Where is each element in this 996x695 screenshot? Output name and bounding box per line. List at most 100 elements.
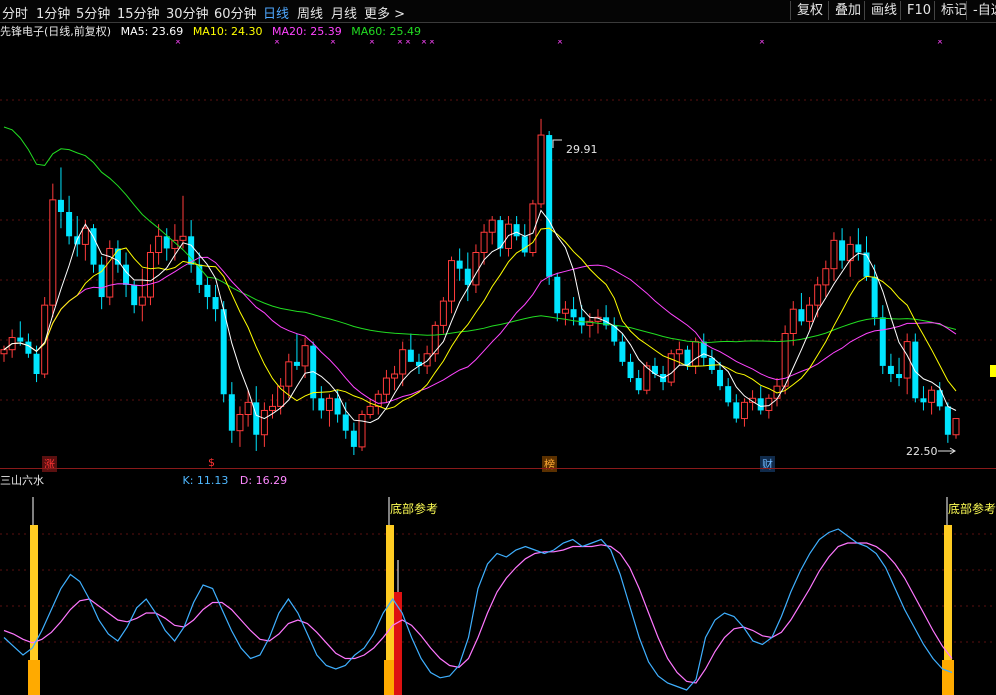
candle-body — [81, 227, 89, 245]
toolbar-button-1[interactable]: 叠加 — [828, 1, 867, 20]
candle-body — [944, 406, 951, 435]
candle-body — [358, 414, 366, 448]
top-marker: × — [759, 40, 766, 46]
period-tab-5[interactable]: 60分钟 — [214, 3, 257, 22]
candle-body — [863, 252, 870, 277]
top-marker: × — [937, 40, 944, 46]
period-tab-1[interactable]: 1分钟 — [36, 3, 70, 22]
k-line — [3, 528, 953, 691]
ma10-line — [3, 227, 957, 410]
candle-body — [415, 361, 422, 366]
panel-divider — [0, 468, 996, 469]
candle-body — [472, 252, 480, 286]
candle-body — [627, 361, 634, 379]
period-tab-9[interactable]: 更多 > — [364, 3, 405, 22]
low-marker — [938, 447, 956, 455]
period-tab-6[interactable]: 日线 — [263, 3, 289, 22]
period-tab-2[interactable]: 5分钟 — [76, 3, 110, 22]
candle-body — [456, 260, 463, 269]
ma10-value: MA10: 24.30 — [192, 25, 263, 38]
candle-body — [488, 219, 496, 233]
period-tab-7[interactable]: 周线 — [297, 3, 323, 22]
kd-indicator-chart[interactable] — [0, 470, 996, 695]
candle-body — [399, 349, 407, 375]
candlestick-chart[interactable]: × × × × × × × × × × × — [0, 40, 996, 468]
candle-body — [798, 309, 805, 322]
candle-body — [342, 414, 349, 431]
stock-title: 先锋电子(日线,前复权) — [0, 25, 112, 38]
candle-body — [163, 236, 170, 249]
candle-body — [253, 402, 260, 435]
toolbar-button-0[interactable]: 复权 — [790, 1, 829, 20]
candle-body — [204, 284, 211, 298]
candle-body — [757, 398, 764, 411]
candle-body — [554, 276, 561, 314]
candle-body — [570, 309, 577, 318]
candle-body — [131, 284, 138, 306]
candle-body — [521, 236, 528, 253]
ma5-line — [3, 209, 957, 424]
candle-body — [896, 374, 903, 379]
period-tab-4[interactable]: 30分钟 — [166, 3, 209, 22]
candle-body — [33, 353, 40, 374]
candle-body — [717, 369, 724, 387]
signal-label-1: 底部参考 — [390, 502, 439, 516]
candle-body — [220, 309, 227, 395]
toolbar: 分时 1分钟 5分钟 15分钟 30分钟 60分钟 日线 周线 月线 更多 > 复权 叠加 画线 F10… — [0, 0, 996, 23]
candle-body — [920, 398, 927, 403]
top-marker: × — [274, 40, 281, 46]
period-tab-3[interactable]: 15分钟 — [117, 3, 160, 22]
candle-body — [423, 353, 431, 367]
period-tab-0[interactable]: 分时 — [2, 3, 28, 22]
candle-body — [887, 365, 894, 374]
candle-body — [830, 239, 838, 270]
signal-bar-3-base — [942, 660, 954, 695]
candle-body — [0, 349, 8, 355]
candle-body — [619, 341, 626, 362]
top-marker: × — [330, 40, 337, 46]
candle-body — [155, 235, 163, 254]
candle-body — [138, 296, 146, 306]
candle-body — [17, 337, 24, 342]
candle-body — [212, 297, 219, 310]
toolbar-button-2[interactable]: 画线 — [864, 1, 903, 20]
top-marker: × — [369, 40, 376, 46]
candle-body — [293, 361, 300, 366]
ma20-line — [3, 256, 957, 404]
toolbar-button-3[interactable]: F10 — [900, 1, 937, 20]
candle-body — [839, 240, 846, 261]
candle-body — [146, 252, 154, 298]
ma-legend: 先锋电子(日线,前复权) MA5: 23.69 MA10: 24.30 MA20… — [0, 23, 427, 39]
candle-body — [244, 401, 252, 416]
signal-label-2: 底部参考 — [948, 502, 996, 516]
ma20-value: MA20: 25.39 — [272, 25, 342, 38]
signal-bar-1-base — [28, 660, 40, 695]
d-line — [3, 542, 953, 684]
candle-body — [733, 402, 740, 419]
candle-body — [546, 135, 553, 277]
candle-body — [334, 398, 341, 415]
candle-body — [382, 377, 390, 395]
candle-body — [675, 349, 683, 355]
candle-body — [635, 378, 642, 391]
top-marker: × — [397, 40, 404, 46]
high-price-label: 29.91 — [566, 143, 598, 156]
candle-body — [708, 357, 715, 370]
candle-body — [822, 268, 830, 286]
candle-body — [260, 409, 268, 436]
candle-body — [480, 231, 488, 253]
candle-body — [269, 405, 277, 411]
top-marker: × — [429, 40, 436, 46]
period-tab-8[interactable]: 月线 — [331, 3, 357, 22]
top-marker: × — [175, 40, 182, 46]
candle-body — [236, 414, 244, 432]
top-marker: × — [421, 40, 428, 46]
candle-body — [123, 264, 130, 285]
candle-body — [57, 199, 64, 212]
candle-body — [740, 401, 748, 420]
candle-body — [374, 393, 382, 407]
candle-body — [228, 394, 235, 431]
candle-body — [66, 212, 73, 237]
toolbar-button-5[interactable]: -自选 — [966, 1, 996, 20]
candle-body — [806, 304, 814, 322]
